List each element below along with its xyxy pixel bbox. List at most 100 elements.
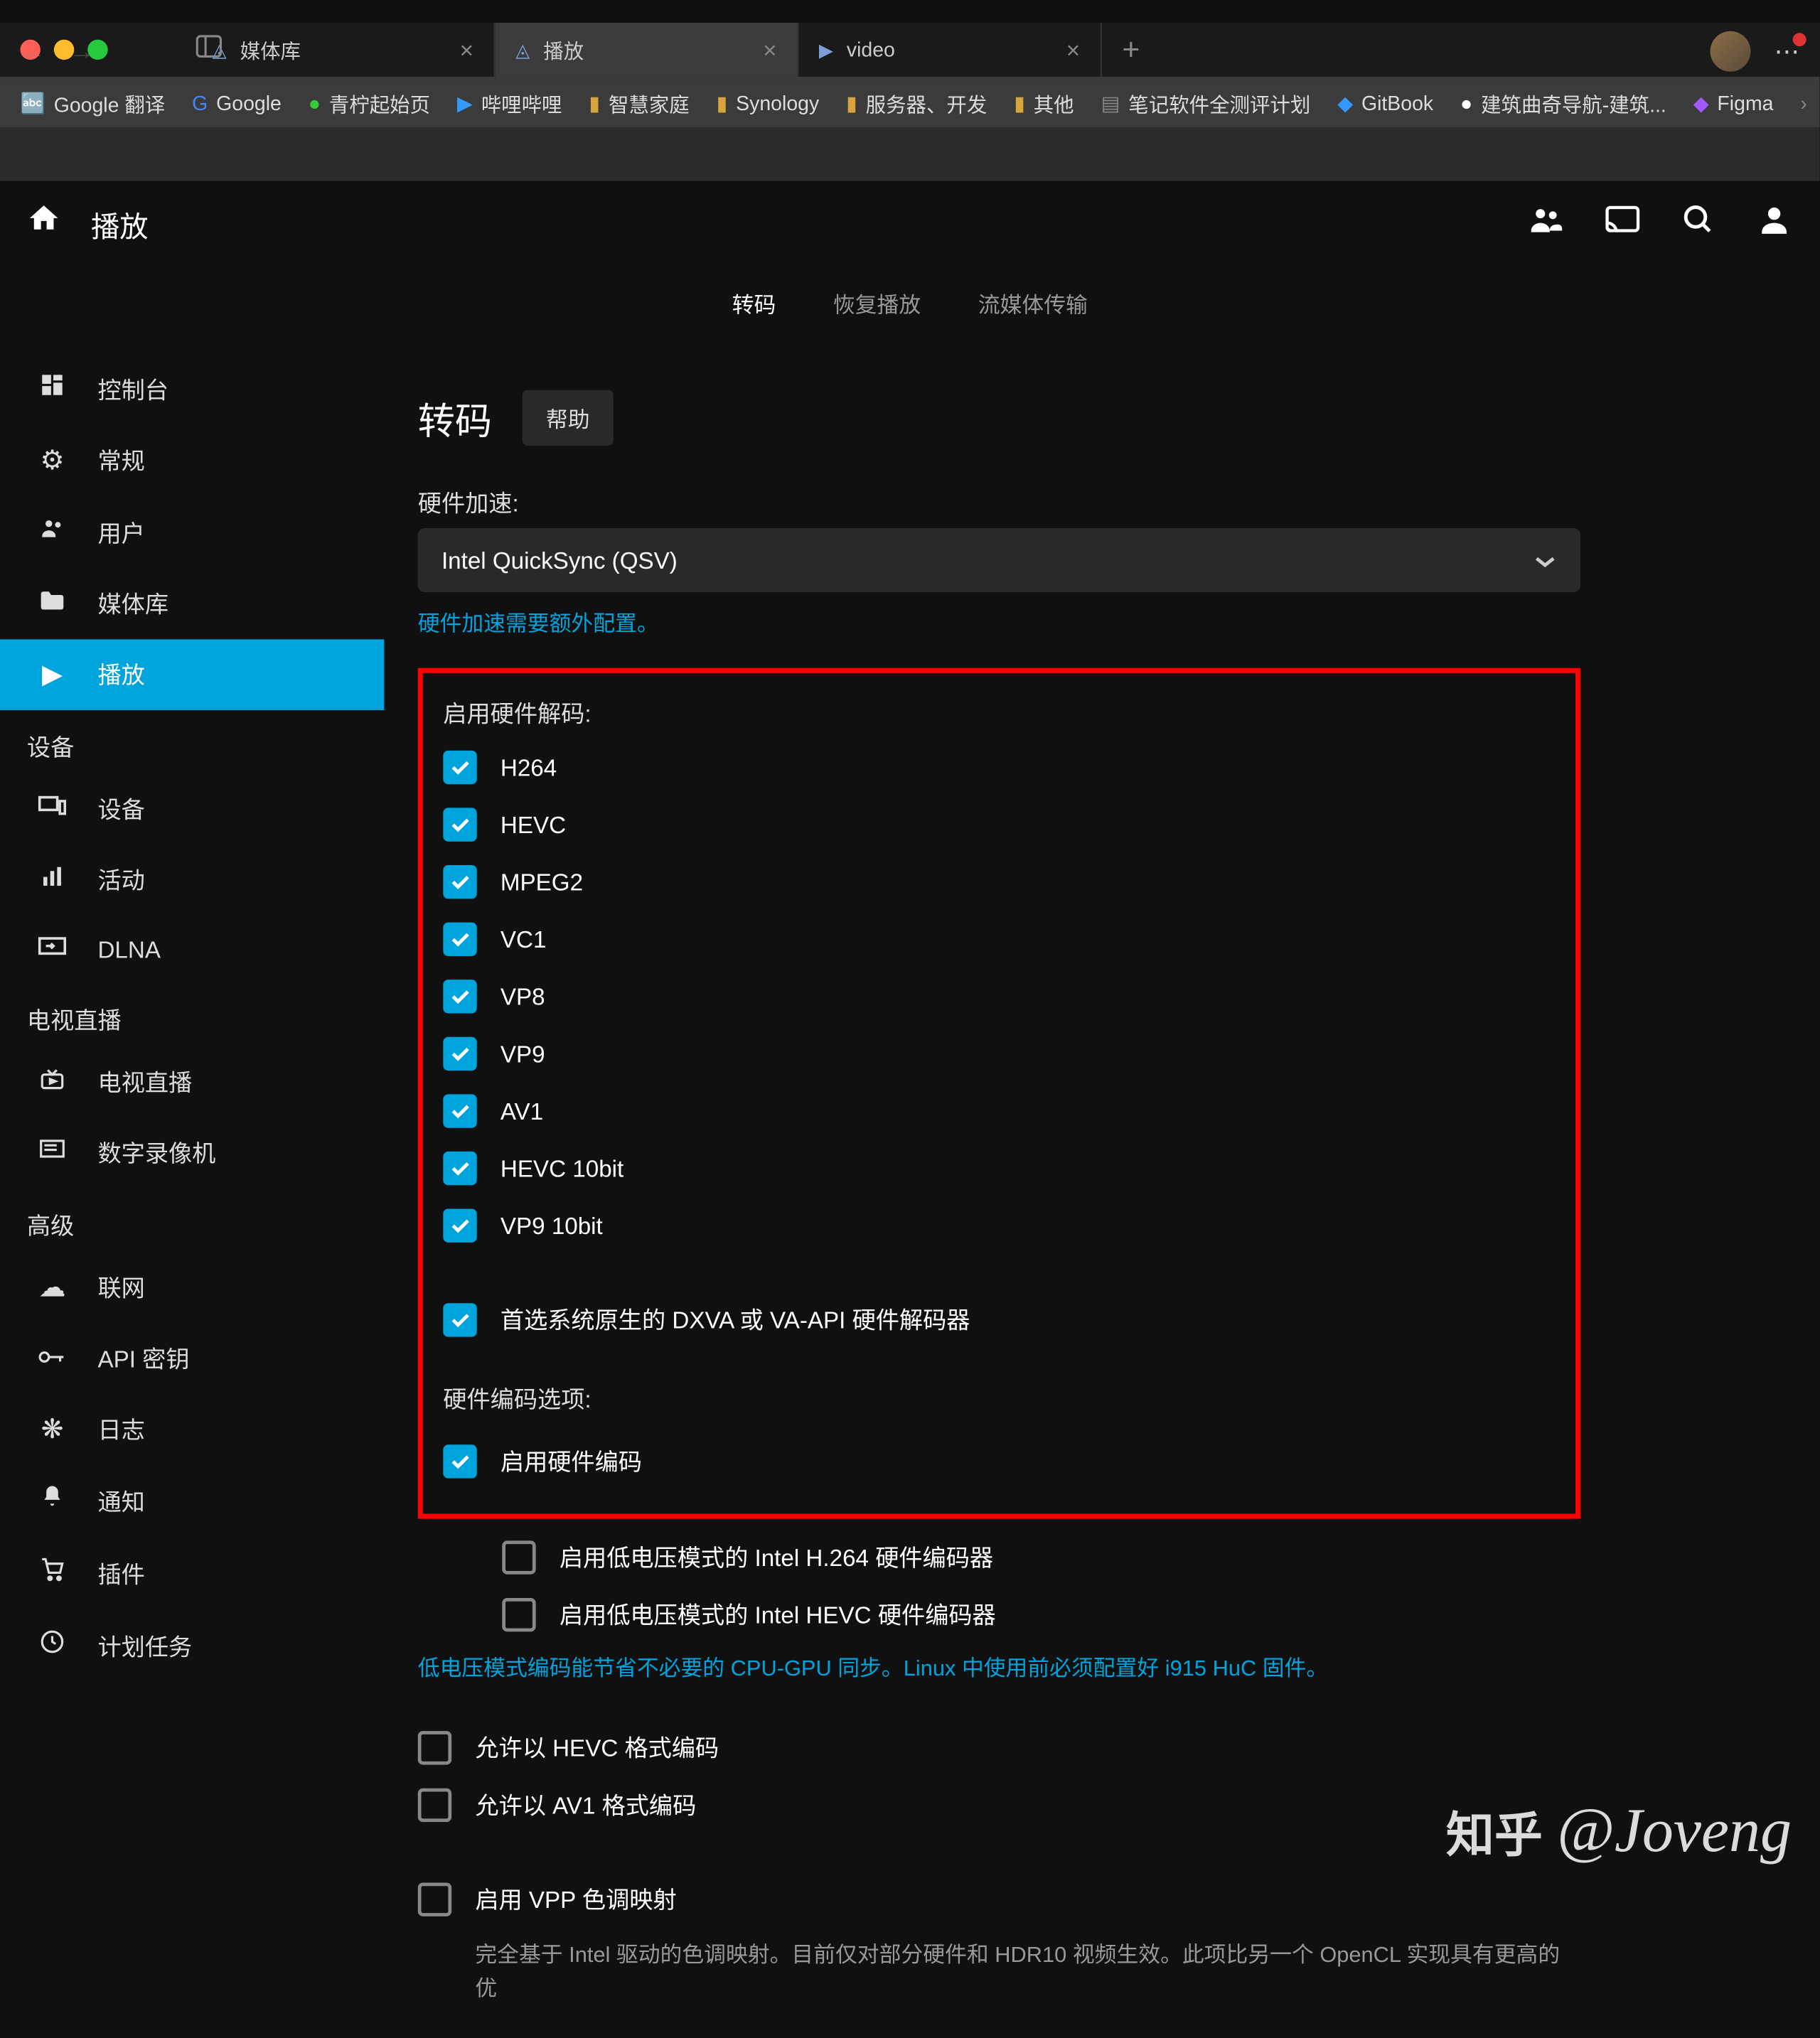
decode-codec-checkbox[interactable]: VP9 (443, 1025, 1555, 1083)
sidebar-item-dlna[interactable]: DLNA (0, 916, 384, 983)
highlighted-settings-box: 启用硬件解码: H264HEVCMPEG2VC1VP8VP9AV1HEVC 10… (418, 668, 1580, 1519)
subnav-tab-streaming[interactable]: 流媒体传输 (978, 286, 1088, 318)
sidebar-toggle-icon[interactable] (196, 33, 223, 65)
lowpower-note: 低电压模式编码能节省不必要的 CPU-GPU 同步。Linux 中使用前必须配置… (418, 1650, 1580, 1682)
decode-codec-checkbox[interactable]: VC1 (443, 911, 1555, 968)
sidebar-item-dashboard[interactable]: 控制台 (0, 353, 384, 426)
vpp-note: 完全基于 Intel 驱动的色调映射。目前仅对部分硬件和 HDR10 视频生效。… (418, 1938, 1580, 2004)
checkbox-icon (443, 980, 476, 1013)
bookmark-item[interactable]: ●建筑曲奇导航-建筑... (1460, 90, 1666, 118)
tab-favicon: ◬ (515, 39, 530, 61)
devices-icon (37, 793, 68, 825)
sidebar-item-general[interactable]: ⚙常规 (0, 425, 384, 496)
browser-tab-1[interactable]: ◬ 播放 × (496, 23, 799, 77)
sidebar-item-activity[interactable]: 活动 (0, 845, 384, 916)
bookmarks-overflow-icon[interactable]: › (1800, 92, 1806, 115)
gear-icon: ⚙ (37, 444, 68, 478)
subnav-tabs: 转码 恢复播放 流媒体传输 (0, 265, 1820, 339)
sidebar-heading-livetv: 电视直播 (0, 983, 384, 1047)
forward-button[interactable]: → (69, 37, 95, 65)
browser-tab-2[interactable]: ▶ video × (798, 23, 1102, 77)
bookmark-item[interactable]: 🔤Google 翻译 (20, 90, 165, 118)
decode-codec-checkbox[interactable]: HEVC (443, 796, 1555, 854)
search-icon[interactable] (1681, 202, 1715, 244)
dvr-icon (37, 1137, 68, 1169)
checkbox-icon (443, 751, 476, 784)
sidebar-item-devices[interactable]: 设备 (0, 774, 384, 845)
decode-codec-checkbox[interactable]: AV1 (443, 1083, 1555, 1140)
bookmark-item[interactable]: ▮服务器、开发 (846, 90, 987, 118)
decode-codec-checkbox[interactable]: HEVC 10bit (443, 1139, 1555, 1197)
hw-accel-label: 硬件加速: (418, 486, 1580, 520)
sidebar-item-notify[interactable]: 通知 (0, 1465, 384, 1538)
menu-button[interactable]: ⋯ (1774, 36, 1800, 67)
bookmark-item[interactable]: ▮智慧家庭 (589, 90, 689, 118)
lowpower-h264-checkbox[interactable]: 启用低电压模式的 Intel H.264 硬件编码器 (418, 1529, 1580, 1587)
content-area: 转码 帮助 硬件加速: Intel QuickSync (QSV) 硬件加速需要… (384, 340, 1647, 2038)
bookmark-item[interactable]: ▮其他 (1014, 90, 1074, 118)
brightness-icon: ❋ (37, 1412, 68, 1446)
sidebar-item-network[interactable]: ☁联网 (0, 1253, 384, 1324)
checkbox-icon (443, 808, 476, 841)
bookmark-item[interactable]: ▮Synology (717, 92, 820, 115)
content-title: 转码 (418, 391, 492, 445)
sidebar-item-apikey[interactable]: API 密钥 (0, 1324, 384, 1395)
profile-avatar[interactable] (1711, 31, 1751, 72)
chart-icon (37, 864, 68, 896)
sidebar-item-logs[interactable]: ❋日志 (0, 1394, 384, 1465)
bookmark-item[interactable]: ●青柠起始页 (309, 90, 430, 118)
bookmark-item[interactable]: ◆Figma (1693, 92, 1774, 115)
sidebar-item-library[interactable]: 媒体库 (0, 569, 384, 640)
page-title: 播放 (91, 202, 149, 244)
sidebar-item-livetv[interactable]: 电视直播 (0, 1047, 384, 1118)
account-icon[interactable] (1756, 200, 1793, 246)
subnav-tab-transcode[interactable]: 转码 (732, 286, 776, 318)
home-icon[interactable] (27, 201, 60, 245)
sidebar-item-tasks[interactable]: 计划任务 (0, 1610, 384, 1683)
select-value: Intel QuickSync (QSV) (441, 547, 678, 574)
lowpower-hevc-checkbox[interactable]: 启用低电压模式的 Intel HEVC 硬件编码器 (418, 1586, 1580, 1643)
hw-accel-note[interactable]: 硬件加速需要额外配置。 (418, 606, 1580, 638)
checkbox-icon (443, 1037, 476, 1071)
decode-codec-checkbox[interactable]: MPEG2 (443, 853, 1555, 911)
browser-tab-0[interactable]: ◬ 媒体库 × (192, 23, 496, 77)
bookmark-item[interactable]: ▤笔记软件全测评计划 (1101, 90, 1311, 118)
admin-sidebar: 控制台 ⚙常规 用户 媒体库 ▶播放 设备 设备 活动 DLNA 电视直播 电视… (0, 340, 384, 2038)
enable-encode-checkbox[interactable]: 启用硬件编码 (443, 1433, 1555, 1491)
dashboard-icon (37, 372, 68, 407)
bookmark-item[interactable]: ▶哔哩哔哩 (457, 90, 562, 118)
back-button[interactable]: ← (20, 37, 46, 65)
vpp-checkbox[interactable]: 启用 VPP 色调映射 (418, 1871, 1580, 1929)
decode-codec-checkbox[interactable]: H264 (443, 739, 1555, 796)
help-button[interactable]: 帮助 (523, 390, 614, 446)
clock-icon (37, 1629, 68, 1664)
input-icon (37, 934, 68, 965)
cart-icon (37, 1556, 68, 1592)
close-tab-icon[interactable]: × (460, 36, 473, 63)
new-tab-button[interactable]: + (1102, 32, 1160, 68)
sidebar-item-dvr[interactable]: 数字录像机 (0, 1117, 384, 1189)
bookmark-item[interactable]: ◆GitBook (1337, 92, 1433, 115)
cast-icon[interactable] (1604, 200, 1641, 246)
hw-accel-select[interactable]: Intel QuickSync (QSV) (418, 528, 1580, 592)
users-icon[interactable] (1526, 200, 1563, 246)
allow-hevc-checkbox[interactable]: 允许以 HEVC 格式编码 (418, 1720, 1580, 1777)
allow-av1-checkbox[interactable]: 允许以 AV1 格式编码 (418, 1776, 1580, 1834)
bookmark-item[interactable]: GGoogle (192, 92, 282, 115)
sidebar-item-users[interactable]: 用户 (0, 496, 384, 569)
sidebar-item-playback[interactable]: ▶播放 (0, 639, 384, 710)
prefer-native-checkbox[interactable]: 首选系统原生的 DXVA 或 VA-API 硬件解码器 (443, 1292, 1555, 1349)
subnav-tab-resume[interactable]: 恢复播放 (833, 286, 921, 318)
close-tab-icon[interactable]: × (1066, 36, 1080, 63)
sidebar-heading-advanced: 高级 (0, 1189, 384, 1253)
tab-label: 媒体库 (240, 36, 301, 64)
enable-decode-label: 启用硬件解码: (443, 697, 1555, 730)
decode-codec-checkbox[interactable]: VP9 10bit (443, 1197, 1555, 1255)
chevron-down-icon (1533, 547, 1557, 574)
key-icon (37, 1344, 68, 1374)
decode-codec-checkbox[interactable]: VP8 (443, 968, 1555, 1026)
checkbox-icon (502, 1598, 535, 1631)
checkbox-icon (418, 1788, 451, 1822)
sidebar-item-plugins[interactable]: 插件 (0, 1538, 384, 1610)
close-tab-icon[interactable]: × (763, 36, 776, 63)
